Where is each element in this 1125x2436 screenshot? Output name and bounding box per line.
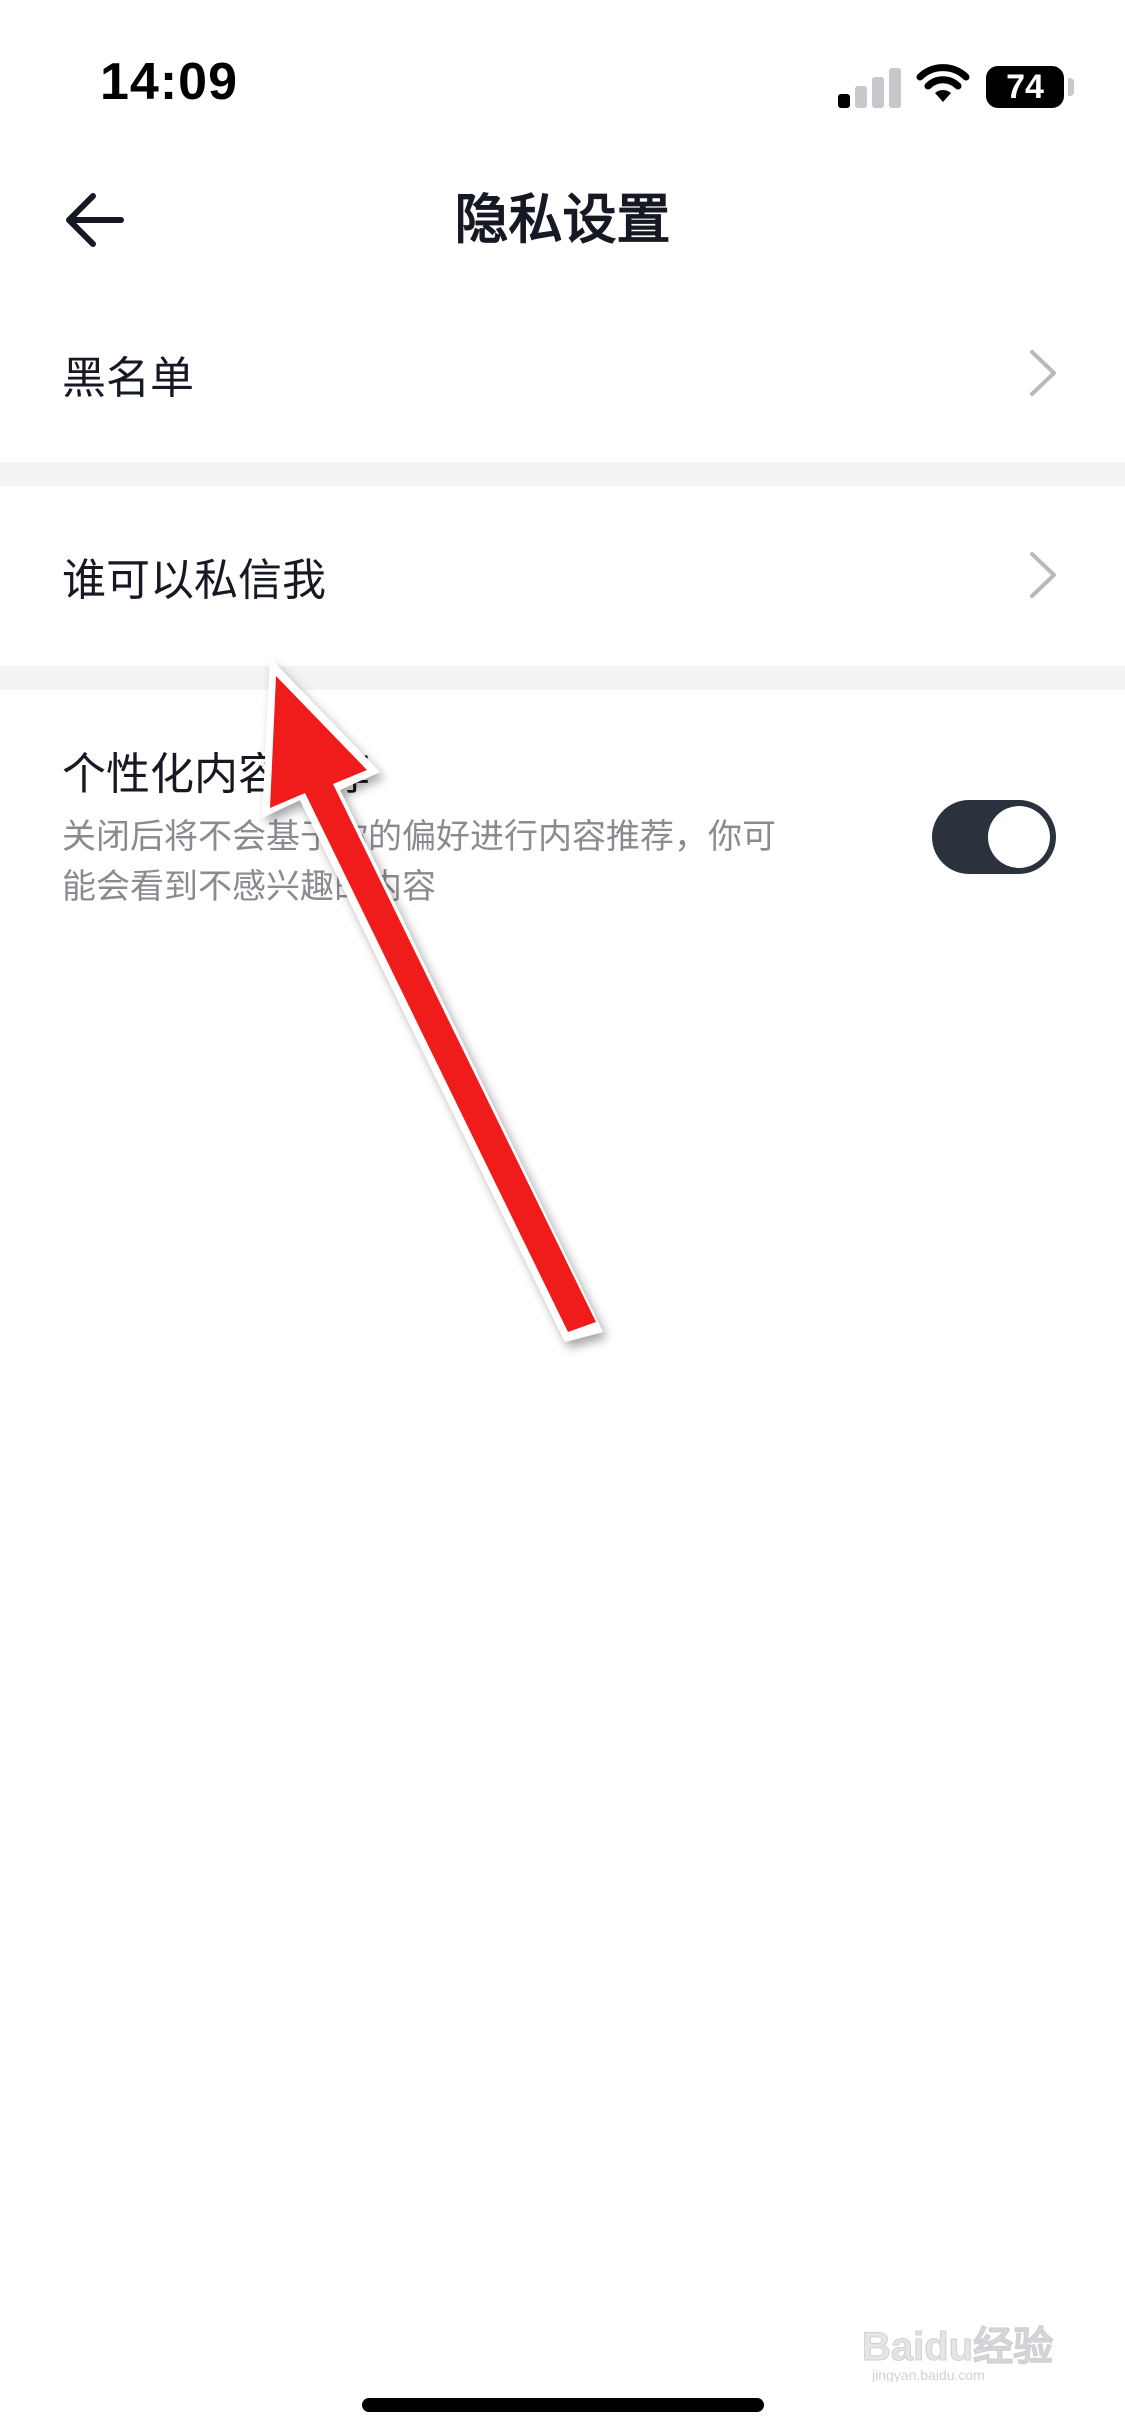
svg-text:jingyan.baidu.com: jingyan.baidu.com bbox=[871, 2367, 985, 2382]
home-indicator[interactable] bbox=[362, 2398, 764, 2412]
personalized-toggle[interactable] bbox=[932, 800, 1056, 874]
nav-header: 隐私设置 bbox=[0, 150, 1125, 280]
cellular-signal-icon bbox=[838, 66, 901, 108]
chevron-right-icon bbox=[1030, 350, 1056, 396]
svg-text:Baidu经验: Baidu经验 bbox=[862, 2325, 1053, 2369]
status-time: 14:09 bbox=[100, 53, 238, 111]
battery-cap bbox=[1068, 78, 1074, 96]
section-separator bbox=[0, 462, 1125, 486]
privacy-settings-screen: 14:09 74 隐私设置 黑名单 谁可以私信我 个性化内容推荐 关闭后将不会基… bbox=[0, 0, 1125, 2436]
blacklist-label: 黑名单 bbox=[62, 353, 194, 404]
battery-icon: 74 bbox=[986, 66, 1064, 108]
section-separator bbox=[0, 666, 1125, 690]
personalized-desc-line1: 关闭后将不会基于你的偏好进行内容推荐，你可 bbox=[62, 817, 776, 857]
baidu-jingyan-watermark: Baidu经验 jingyan.baidu.com bbox=[862, 2325, 1054, 2383]
page-title: 隐私设置 bbox=[454, 188, 671, 251]
personalized-desc-line2: 能会看到不感兴趣的内容 bbox=[62, 867, 436, 907]
who-can-message-label: 谁可以私信我 bbox=[62, 555, 326, 606]
personalized-description: 关闭后将不会基于你的偏好进行内容推荐，你可 能会看到不感兴趣的内容 bbox=[62, 812, 862, 912]
toggle-knob bbox=[988, 806, 1050, 868]
status-bar: 14:09 74 bbox=[0, 0, 1125, 150]
blacklist-row[interactable]: 黑名单 bbox=[0, 280, 1125, 462]
wifi-icon bbox=[916, 62, 970, 106]
who-can-message-row[interactable]: 谁可以私信我 bbox=[0, 486, 1125, 666]
chevron-right-icon bbox=[1030, 552, 1056, 598]
personalized-label: 个性化内容推荐 bbox=[62, 749, 370, 800]
battery-level: 74 bbox=[1006, 67, 1044, 106]
